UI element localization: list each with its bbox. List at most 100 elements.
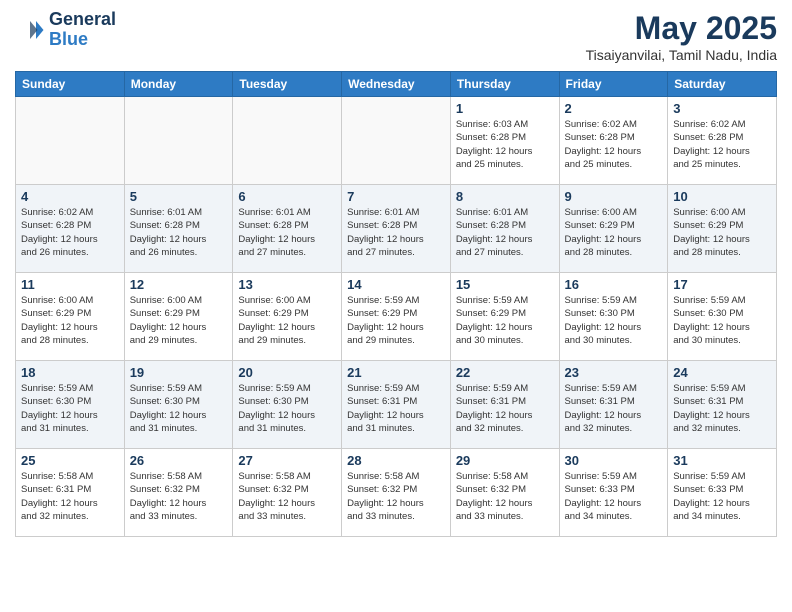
day-number: 4 [21, 189, 119, 204]
calendar-cell: 2Sunrise: 6:02 AM Sunset: 6:28 PM Daylig… [559, 97, 668, 185]
day-number: 1 [456, 101, 554, 116]
day-info: Sunrise: 5:59 AM Sunset: 6:33 PM Dayligh… [673, 470, 771, 523]
calendar-cell: 18 Sunrise: 5:59 AM Sunset: 6:30 PM Dayli… [16, 361, 125, 449]
calendar-cell: 16Sunrise: 5:59 AM Sunset: 6:30 PM Dayli… [559, 273, 668, 361]
calendar-table: SundayMondayTuesdayWednesdayThursdayFrid… [15, 71, 777, 537]
day-number: 11 [21, 277, 119, 292]
day-info: Sunrise: 5:58 AM Sunset: 6:31 PM Dayligh… [21, 470, 119, 523]
day-number: 31 [673, 453, 771, 468]
day-number: 10 [673, 189, 771, 204]
calendar-cell: 7 Sunrise: 6:01 AM Sunset: 6:28 PM Daylig… [342, 185, 451, 273]
calendar-cell: 23 Sunrise: 5:59 AM Sunset: 6:31 PM Dayli… [559, 361, 668, 449]
day-number: 19 [130, 365, 228, 380]
day-number: 20 [238, 365, 336, 380]
day-info: Sunrise: 5:59 AM Sunset: 6:33 PM Dayligh… [565, 470, 663, 523]
day-number: 30 [565, 453, 663, 468]
day-number: 22 [456, 365, 554, 380]
day-number: 28 [347, 453, 445, 468]
day-number: 3 [673, 101, 771, 116]
day-number: 17 [673, 277, 771, 292]
day-number: 26 [130, 453, 228, 468]
day-number: 8 [456, 189, 554, 204]
weekday-header-row: SundayMondayTuesdayWednesdayThursdayFrid… [16, 72, 777, 97]
weekday-header-sunday: Sunday [16, 72, 125, 97]
calendar-cell: 3Sunrise: 6:02 AM Sunset: 6:28 PM Daylig… [668, 97, 777, 185]
month-title: May 2025 [586, 10, 777, 47]
day-info: Sunrise: 6:00 AM Sunset: 6:29 PM Dayligh… [673, 206, 771, 259]
calendar-cell: 12Sunrise: 6:00 AM Sunset: 6:29 PM Dayli… [124, 273, 233, 361]
weekday-header-friday: Friday [559, 72, 668, 97]
day-info: Sunrise: 5:59 AM Sunset: 6:30 PM Dayligh… [130, 382, 228, 435]
calendar-cell: 13 Sunrise: 6:00 AM Sunset: 6:29 PM Dayli… [233, 273, 342, 361]
calendar-cell: 9 Sunrise: 6:00 AM Sunset: 6:29 PM Daylig… [559, 185, 668, 273]
day-number: 16 [565, 277, 663, 292]
day-info: Sunrise: 5:59 AM Sunset: 6:29 PM Dayligh… [456, 294, 554, 347]
calendar-cell: 10 Sunrise: 6:00 AM Sunset: 6:29 PM Dayli… [668, 185, 777, 273]
day-number: 18 [21, 365, 119, 380]
calendar-cell: 21 Sunrise: 5:59 AM Sunset: 6:31 PM Dayli… [342, 361, 451, 449]
day-number: 23 [565, 365, 663, 380]
day-info: Sunrise: 5:58 AM Sunset: 6:32 PM Dayligh… [238, 470, 336, 523]
calendar-cell: 31 Sunrise: 5:59 AM Sunset: 6:33 PM Dayli… [668, 449, 777, 537]
calendar-cell: 30 Sunrise: 5:59 AM Sunset: 6:33 PM Dayli… [559, 449, 668, 537]
calendar-week-row: 18 Sunrise: 5:59 AM Sunset: 6:30 PM Dayli… [16, 361, 777, 449]
calendar-cell: 26 Sunrise: 5:58 AM Sunset: 6:32 PM Dayli… [124, 449, 233, 537]
day-info: Sunrise: 5:59 AM Sunset: 6:30 PM Dayligh… [21, 382, 119, 435]
calendar-cell: 20Sunrise: 5:59 AM Sunset: 6:30 PM Dayli… [233, 361, 342, 449]
day-info: Sunrise: 6:03 AM Sunset: 6:28 PM Dayligh… [456, 118, 554, 171]
day-number: 6 [238, 189, 336, 204]
calendar-cell: 24 Sunrise: 5:59 AM Sunset: 6:31 PM Dayli… [668, 361, 777, 449]
day-info: Sunrise: 6:01 AM Sunset: 6:28 PM Dayligh… [238, 206, 336, 259]
calendar-cell [233, 97, 342, 185]
logo-icon [15, 15, 45, 45]
day-number: 12 [130, 277, 228, 292]
day-info: Sunrise: 5:58 AM Sunset: 6:32 PM Dayligh… [130, 470, 228, 523]
day-info: Sunrise: 5:59 AM Sunset: 6:31 PM Dayligh… [565, 382, 663, 435]
day-info: Sunrise: 5:59 AM Sunset: 6:31 PM Dayligh… [347, 382, 445, 435]
logo-text: General Blue [49, 10, 116, 50]
calendar-week-row: 25 Sunrise: 5:58 AM Sunset: 6:31 PM Dayli… [16, 449, 777, 537]
day-number: 24 [673, 365, 771, 380]
weekday-header-monday: Monday [124, 72, 233, 97]
calendar-cell: 27 Sunrise: 5:58 AM Sunset: 6:32 PM Dayli… [233, 449, 342, 537]
day-number: 9 [565, 189, 663, 204]
calendar-cell: 1 Sunrise: 6:03 AM Sunset: 6:28 PM Daylig… [450, 97, 559, 185]
calendar-cell [124, 97, 233, 185]
day-info: Sunrise: 6:00 AM Sunset: 6:29 PM Dayligh… [21, 294, 119, 347]
location-title: Tisaiyanvilai, Tamil Nadu, India [586, 47, 777, 63]
day-info: Sunrise: 5:59 AM Sunset: 6:31 PM Dayligh… [673, 382, 771, 435]
calendar-cell: 8Sunrise: 6:01 AM Sunset: 6:28 PM Daylig… [450, 185, 559, 273]
day-info: Sunrise: 6:02 AM Sunset: 6:28 PM Dayligh… [21, 206, 119, 259]
day-info: Sunrise: 5:59 AM Sunset: 6:31 PM Dayligh… [456, 382, 554, 435]
day-info: Sunrise: 5:59 AM Sunset: 6:29 PM Dayligh… [347, 294, 445, 347]
calendar-cell: 5Sunrise: 6:01 AM Sunset: 6:28 PM Daylig… [124, 185, 233, 273]
day-number: 25 [21, 453, 119, 468]
day-number: 27 [238, 453, 336, 468]
day-number: 29 [456, 453, 554, 468]
day-number: 21 [347, 365, 445, 380]
logo: General Blue [15, 10, 116, 50]
day-info: Sunrise: 5:58 AM Sunset: 6:32 PM Dayligh… [456, 470, 554, 523]
calendar-cell: 19 Sunrise: 5:59 AM Sunset: 6:30 PM Dayli… [124, 361, 233, 449]
day-number: 13 [238, 277, 336, 292]
calendar-cell: 6 Sunrise: 6:01 AM Sunset: 6:28 PM Daylig… [233, 185, 342, 273]
calendar-cell: 28 Sunrise: 5:58 AM Sunset: 6:32 PM Dayli… [342, 449, 451, 537]
calendar-week-row: 11 Sunrise: 6:00 AM Sunset: 6:29 PM Dayli… [16, 273, 777, 361]
day-number: 14 [347, 277, 445, 292]
day-info: Sunrise: 6:00 AM Sunset: 6:29 PM Dayligh… [565, 206, 663, 259]
day-info: Sunrise: 6:01 AM Sunset: 6:28 PM Dayligh… [347, 206, 445, 259]
day-info: Sunrise: 6:02 AM Sunset: 6:28 PM Dayligh… [565, 118, 663, 171]
calendar-cell: 22 Sunrise: 5:59 AM Sunset: 6:31 PM Dayli… [450, 361, 559, 449]
title-block: May 2025 Tisaiyanvilai, Tamil Nadu, Indi… [586, 10, 777, 63]
calendar-cell [342, 97, 451, 185]
calendar-cell [16, 97, 125, 185]
calendar-cell: 29 Sunrise: 5:58 AM Sunset: 6:32 PM Dayli… [450, 449, 559, 537]
calendar-week-row: 1 Sunrise: 6:03 AM Sunset: 6:28 PM Daylig… [16, 97, 777, 185]
day-number: 7 [347, 189, 445, 204]
calendar-cell: 15Sunrise: 5:59 AM Sunset: 6:29 PM Dayli… [450, 273, 559, 361]
weekday-header-wednesday: Wednesday [342, 72, 451, 97]
day-info: Sunrise: 5:58 AM Sunset: 6:32 PM Dayligh… [347, 470, 445, 523]
day-info: Sunrise: 6:00 AM Sunset: 6:29 PM Dayligh… [238, 294, 336, 347]
weekday-header-thursday: Thursday [450, 72, 559, 97]
page-header: General Blue May 2025 Tisaiyanvilai, Tam… [15, 10, 777, 63]
